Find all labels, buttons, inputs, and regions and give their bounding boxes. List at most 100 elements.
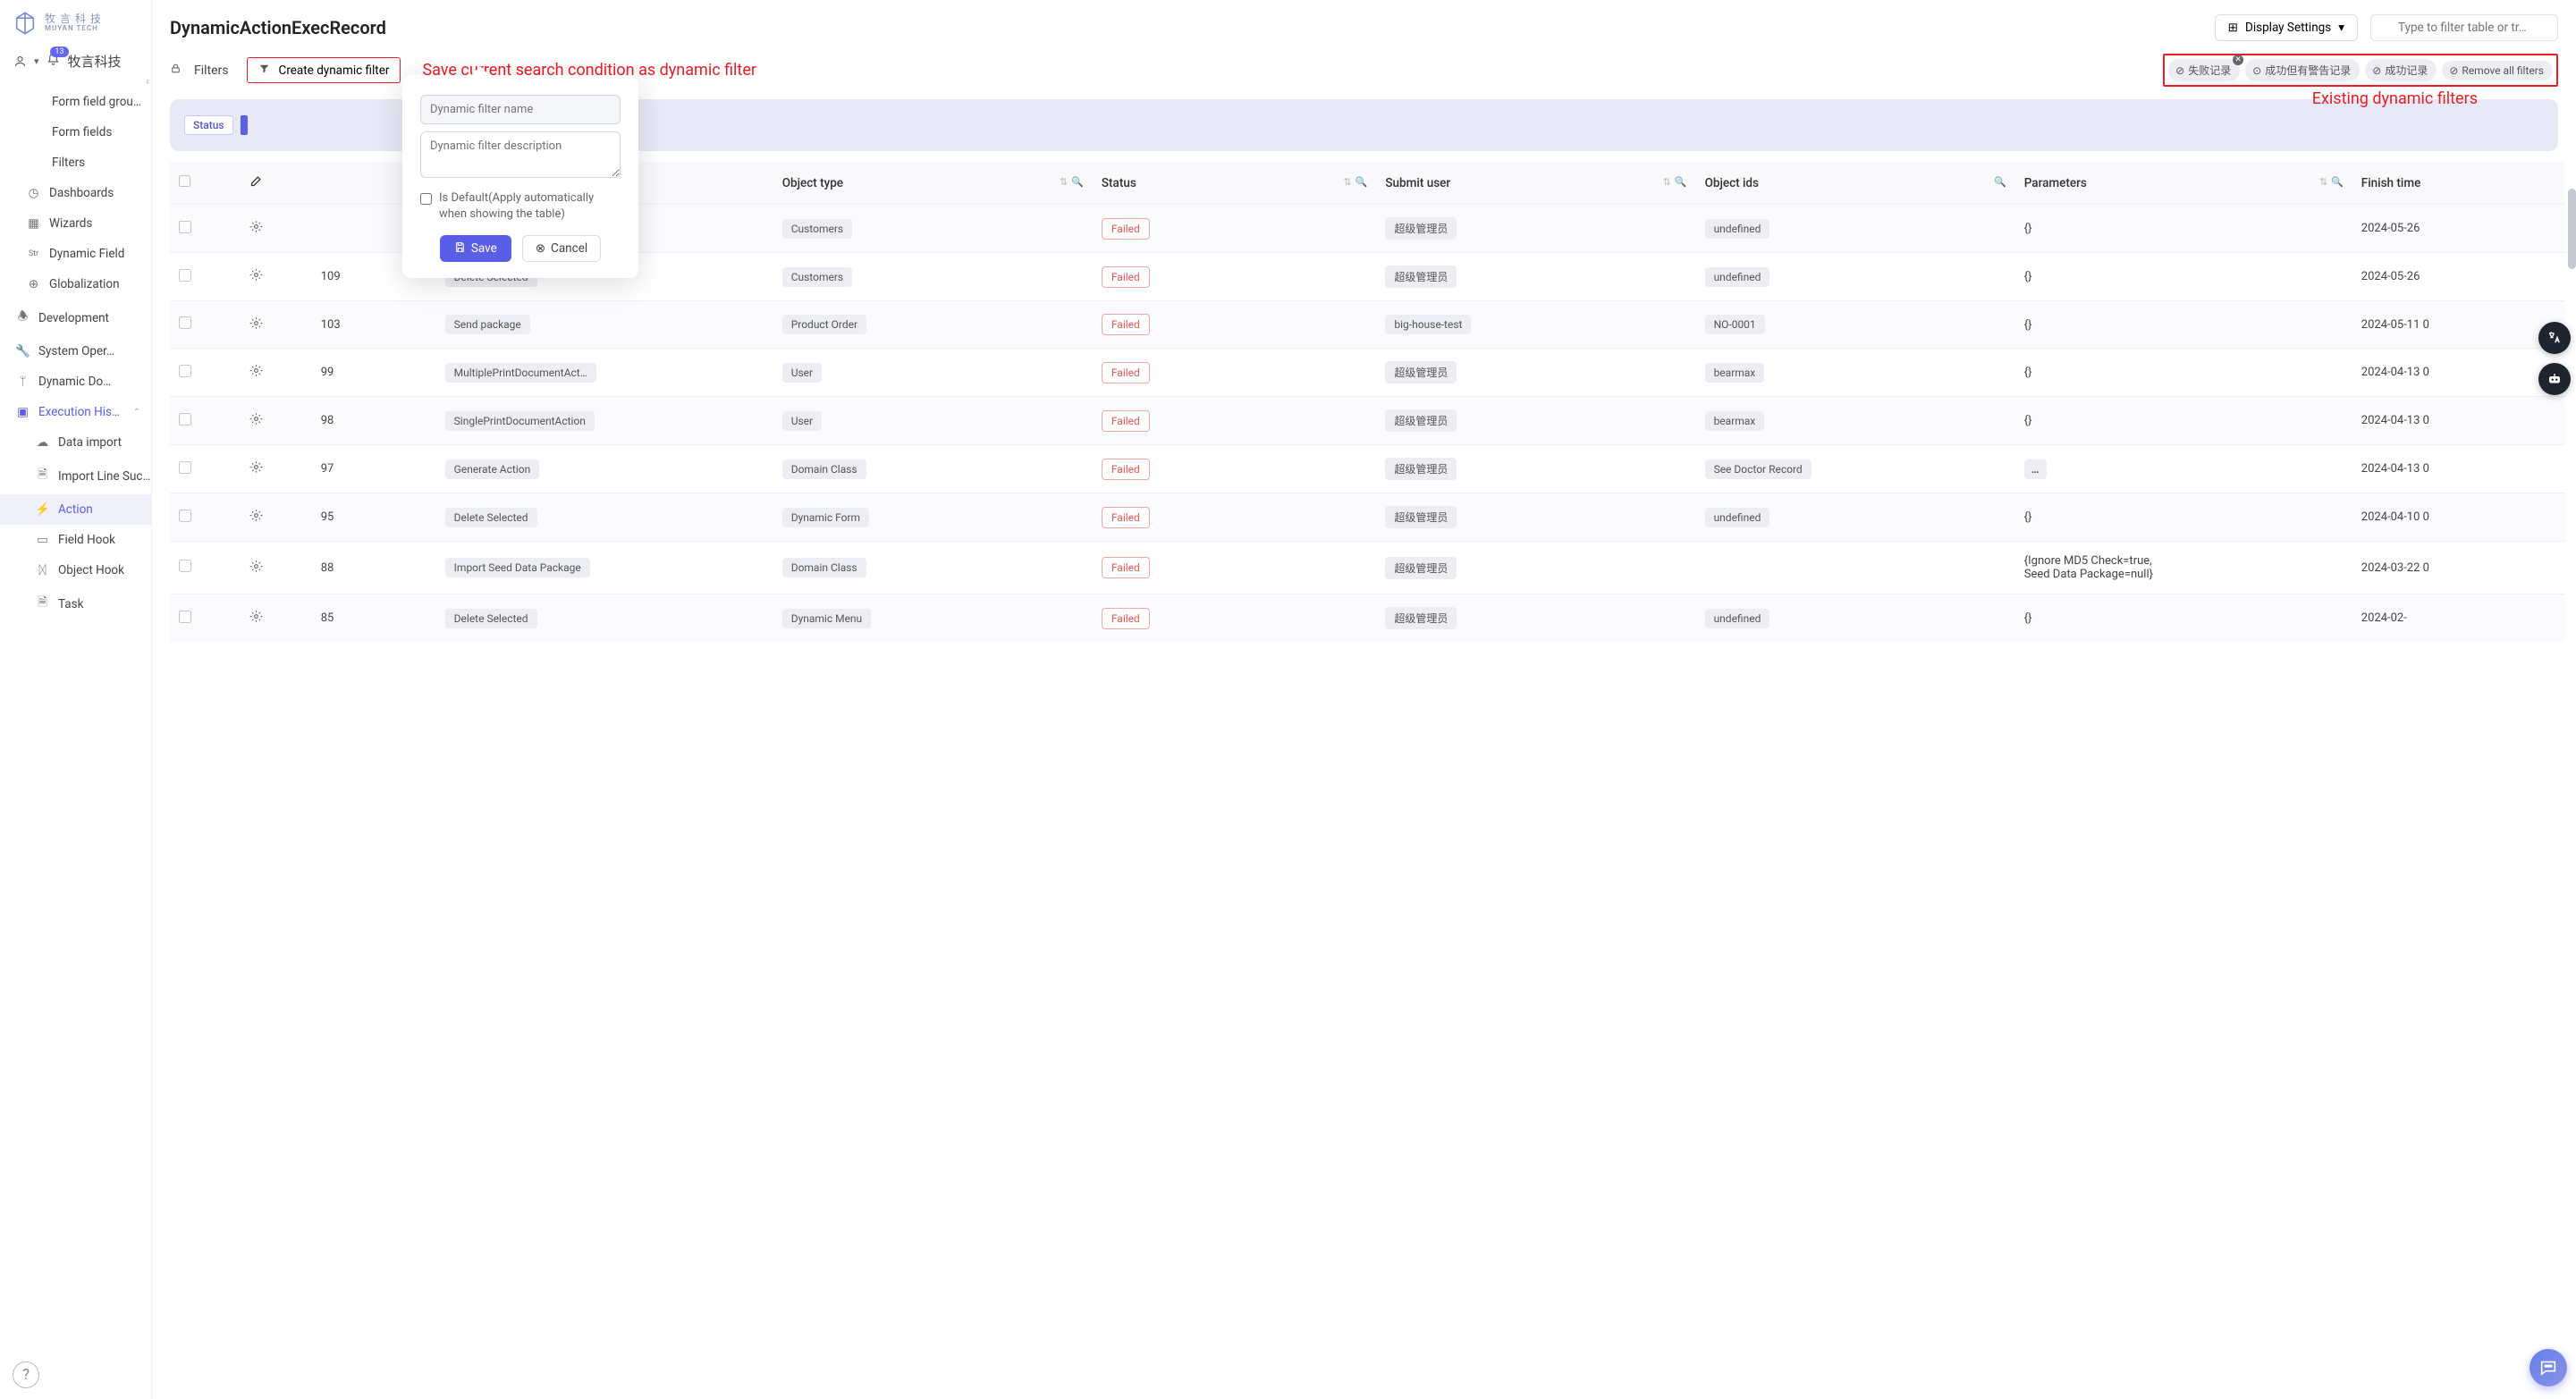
table-row[interactable]: 97Generate ActionDomain ClassFailed超级管理员… — [170, 445, 2565, 493]
table-row[interactable]: 85Delete SelectedDynamic MenuFailed超级管理员… — [170, 594, 2565, 643]
save-button[interactable]: Save — [440, 235, 511, 262]
cell-object-ids: undefined — [1705, 267, 1770, 287]
brand-en: MUYAN TECH — [45, 25, 102, 33]
search-icon[interactable]: 🔍 — [1994, 176, 2006, 188]
ban-icon: ⊘ — [2449, 64, 2458, 77]
nav-dynamic-do[interactable]: ᛘDynamic Do… — [0, 367, 151, 397]
close-icon[interactable]: ✕ — [2233, 55, 2243, 65]
col-submit-user[interactable]: Submit user⇅🔍 — [1376, 162, 1695, 205]
table-row[interactable]: 99MultiplePrintDocumentAct…UserFailed超级管… — [170, 349, 2565, 397]
col-object-ids[interactable]: Object ids🔍 — [1696, 162, 2015, 205]
row-checkbox[interactable] — [179, 316, 191, 329]
gear-icon[interactable] — [249, 272, 263, 285]
nav-dashboards[interactable]: ◷Dashboards — [0, 178, 151, 208]
help-button[interactable]: ? — [13, 1361, 39, 1388]
search-icon[interactable]: 🔍 — [1071, 176, 1084, 188]
table-row[interactable]: 103Send packageProduct OrderFailedbig-ho… — [170, 301, 2565, 349]
row-checkbox[interactable] — [179, 510, 191, 522]
nav-task[interactable]: 🗎Task — [0, 586, 151, 622]
nav-dynamic-field[interactable]: StrDynamic Field — [0, 239, 151, 269]
pencil-icon[interactable] — [249, 177, 263, 191]
gear-icon[interactable] — [249, 367, 263, 381]
nav-import-line[interactable]: 🗎Import Line Suc… — [0, 458, 151, 494]
nav-wizards[interactable]: ▦Wizards — [0, 208, 151, 239]
nav-development[interactable]: 🕭Development — [0, 299, 151, 336]
doc-icon: 🗎 — [36, 466, 49, 486]
cancel-button[interactable]: ⊗ Cancel — [522, 235, 601, 262]
sort-icon[interactable]: ⇅ — [1060, 176, 1068, 188]
is-default-checkbox-row[interactable]: Is Default(Apply automatically when show… — [420, 190, 621, 223]
nav-field-hook[interactable]: ▭Field Hook — [0, 525, 151, 555]
sort-icon[interactable]: ⇅ — [1663, 176, 1671, 188]
user-icon — [13, 55, 27, 69]
search-icon[interactable]: 🔍 — [2331, 176, 2344, 188]
warn-icon: ⊙ — [2252, 64, 2261, 77]
gear-icon[interactable] — [249, 223, 263, 237]
cell-params: {Ignore MD5 Check=true, Seed Data Packag… — [2024, 554, 2176, 581]
gear-icon[interactable] — [249, 320, 263, 333]
scrollbar-thumb[interactable] — [2568, 189, 2576, 269]
nav-form-fields[interactable]: Form fields — [0, 117, 151, 147]
cell-status: Failed — [1102, 266, 1150, 288]
row-checkbox[interactable] — [179, 413, 191, 426]
cell-id: 88 — [312, 542, 436, 594]
user-row[interactable]: ▾ 13 牧言科技 — [0, 46, 151, 83]
table-row[interactable]: 95Delete SelectedDynamic FormFailed超级管理员… — [170, 493, 2565, 542]
status-chip[interactable]: Status — [184, 115, 233, 135]
cell-finish-time: 2024-04-13 0 — [2352, 349, 2565, 397]
cell-id: 95 — [312, 493, 436, 542]
cell-status: Failed — [1102, 459, 1150, 480]
table-row[interactable]: 88Import Seed Data PackageDomain ClassFa… — [170, 542, 2565, 594]
nav-data-import[interactable]: ☁Data import — [0, 427, 151, 458]
filter-pill-success[interactable]: ⊘ 成功记录 — [2365, 59, 2437, 81]
search-icon[interactable]: 🔍 — [1675, 176, 1687, 188]
create-dynamic-filter-button[interactable]: Create dynamic filter — [247, 57, 401, 83]
translate-fab[interactable] — [2538, 322, 2571, 354]
row-checkbox[interactable] — [179, 269, 191, 282]
filter-description-input[interactable] — [420, 131, 621, 178]
row-checkbox[interactable] — [179, 221, 191, 233]
row-checkbox[interactable] — [179, 365, 191, 377]
nav-system-oper[interactable]: 🔧System Oper… — [0, 336, 151, 367]
filter-pill-remove-all[interactable]: ⊘ Remove all filters — [2442, 61, 2553, 80]
gear-icon[interactable] — [249, 464, 263, 477]
cell-params: {} — [2024, 270, 2032, 283]
filter-value-chip[interactable] — [241, 115, 248, 135]
row-checkbox[interactable] — [179, 461, 191, 474]
cell-object-ids: undefined — [1705, 508, 1770, 527]
col-status[interactable]: Status⇅🔍 — [1093, 162, 1377, 205]
nav-action[interactable]: ⚡Action — [0, 494, 151, 525]
table-filter-input[interactable] — [2370, 14, 2558, 41]
chat-fab[interactable] — [2530, 1349, 2567, 1386]
bot-fab[interactable] — [2538, 363, 2571, 395]
filter-pill-fail[interactable]: ⊘ 失败记录 ✕ — [2168, 59, 2240, 81]
nav-object-hook[interactable]: ᛞObject Hook — [0, 555, 151, 586]
gear-icon[interactable] — [249, 563, 263, 577]
row-checkbox[interactable] — [179, 560, 191, 572]
sort-icon[interactable]: ⇅ — [2319, 176, 2327, 188]
nav-execution-history[interactable]: ▣Execution His…⌃ — [0, 397, 151, 427]
col-finish-time[interactable]: Finish time — [2352, 162, 2565, 205]
cell-params: {} — [2024, 611, 2032, 625]
is-default-checkbox[interactable] — [420, 193, 432, 205]
cell-object-type: Product Order — [782, 315, 866, 334]
nav-filters[interactable]: Filters — [0, 147, 151, 178]
col-parameters[interactable]: Parameters⇅🔍 — [2015, 162, 2352, 205]
table-row[interactable]: 98SinglePrintDocumentActionUserFailed超级管… — [170, 397, 2565, 445]
params-more[interactable]: … — [2024, 459, 2047, 479]
gear-icon[interactable] — [249, 613, 263, 627]
filter-pill-warn[interactable]: ⊙ 成功但有警告记录 — [2245, 59, 2360, 81]
display-settings-button[interactable]: ⊞ Display Settings ▾ — [2215, 14, 2358, 41]
company-name: 牧言科技 — [68, 52, 122, 71]
gear-icon[interactable] — [249, 512, 263, 526]
nav-form-field-group[interactable]: Form field grou… — [0, 87, 151, 117]
gear-icon[interactable] — [249, 416, 263, 429]
filter-name-input[interactable] — [420, 95, 621, 124]
nav-globalization[interactable]: ⊕Globalization — [0, 269, 151, 299]
search-icon[interactable]: 🔍 — [1356, 176, 1368, 188]
dev-icon: 🕭 — [16, 308, 30, 328]
row-checkbox[interactable] — [179, 611, 191, 623]
select-all-checkbox[interactable] — [179, 175, 190, 187]
sort-icon[interactable]: ⇅ — [1343, 176, 1351, 188]
col-object-type[interactable]: Object type⇅🔍 — [773, 162, 1093, 205]
